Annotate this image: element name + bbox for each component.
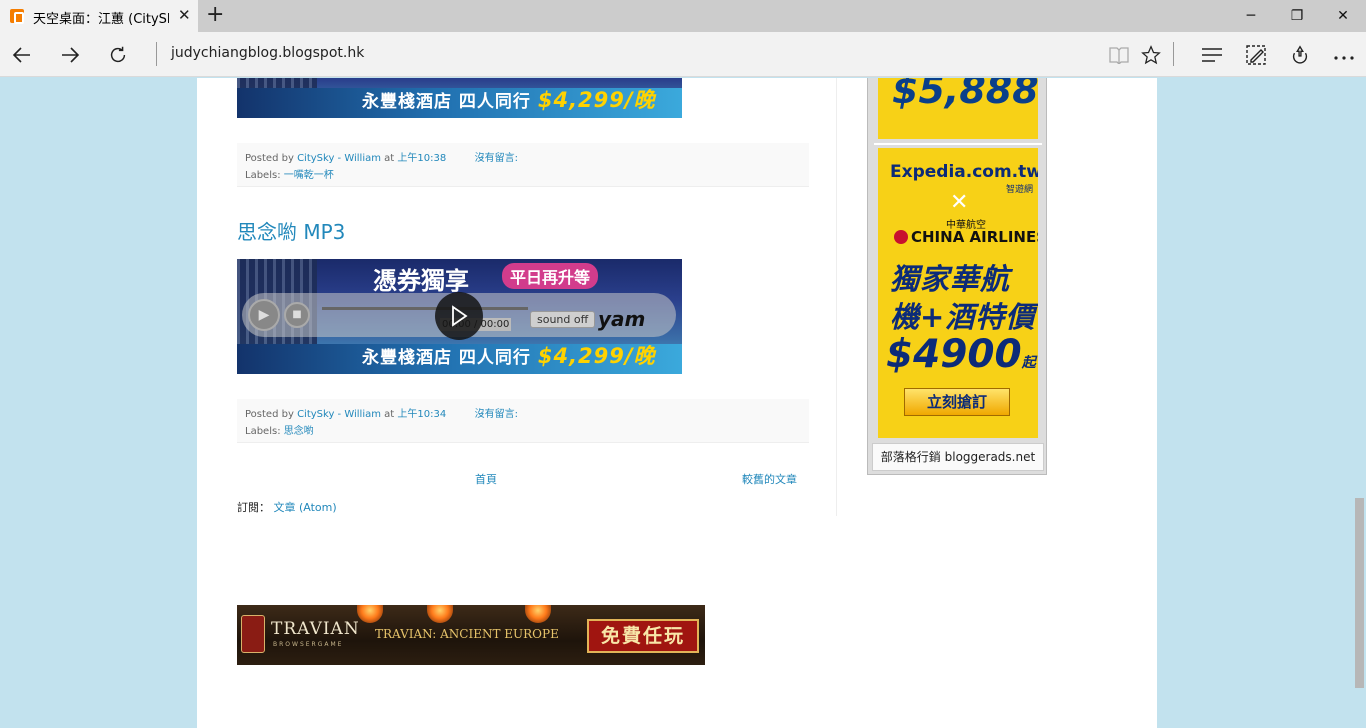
at-label: at <box>384 153 395 164</box>
hotel-banner-ad[interactable]: 憑券獨享 平日再升等 永豐棧酒店 四人同行 $4,299/晚 ▶ ■ 00:00… <box>237 259 682 374</box>
player-play-icon[interactable]: ▶ <box>248 299 280 331</box>
travian-logo: TRAVIAN BROWSERGAME <box>241 613 359 657</box>
favorite-star-icon[interactable] <box>1137 41 1165 69</box>
travian-sub: BROWSERGAME <box>273 641 344 648</box>
refresh-icon[interactable] <box>104 41 132 69</box>
tab-title: 天空桌面：江蕙 (CitySky <box>33 12 169 27</box>
restore-button[interactable]: ❐ <box>1274 0 1320 32</box>
banner-text: 永豐棧酒店 四人同行 $4,299/晚 <box>362 84 656 114</box>
hub-icon[interactable] <box>1198 41 1226 69</box>
browser-tab[interactable]: 天空桌面：江蕙 (CitySky ✕ <box>0 0 198 32</box>
expedia-logo: Expedia.com.tw <box>890 162 1038 182</box>
blogger-favicon-icon <box>10 9 24 24</box>
book-now-button[interactable]: 立刻搶訂 <box>904 388 1010 416</box>
main-column: 永豐棧酒店 四人同行 $4,299/晚 Posted by CitySky - … <box>197 78 837 516</box>
sound-off-button[interactable]: sound off <box>530 311 596 328</box>
post-meta-line: Posted by CitySky - William at 上午10:38 沒… <box>245 150 801 167</box>
banner-headline: 憑券獨享 <box>373 267 469 295</box>
tab-close-icon[interactable]: ✕ <box>178 8 191 23</box>
post-time-link[interactable]: 上午10:38 <box>397 153 446 164</box>
post-labels-line: Labels: 一嘴乾一杯 <box>245 167 801 184</box>
travian-cta-button[interactable]: 免費任玩 <box>587 619 699 653</box>
comments-link[interactable]: 沒有留言: <box>475 409 518 420</box>
post-footer: Posted by CitySky - William at 上午10:38 沒… <box>237 143 809 187</box>
post-title[interactable]: 思念喲 MP3 <box>237 216 345 245</box>
page-viewport: 永豐棧酒店 四人同行 $4,299/晚 Posted by CitySky - … <box>0 78 1366 728</box>
at-label: at <box>384 409 395 420</box>
forward-arrow-icon[interactable] <box>56 41 84 69</box>
ad-price-value: $4900 <box>886 332 1022 377</box>
china-airlines-logo: CHINA AIRLINES <box>894 228 1038 246</box>
address-bar: judychiangblog.blogspot.hk <box>0 32 1366 77</box>
banner-pill: 平日再升等 <box>502 263 599 289</box>
ad-headline-1: 獨家華航 <box>890 262 1011 296</box>
web-note-icon[interactable] <box>1242 41 1270 69</box>
url-field[interactable]: judychiangblog.blogspot.hk <box>171 45 364 61</box>
times-icon: ✕ <box>950 190 969 215</box>
posted-by-label: Posted by <box>245 153 294 164</box>
posted-by-label: Posted by <box>245 409 294 420</box>
labels-prefix: Labels: <box>245 170 281 181</box>
plum-blossom-icon <box>894 230 908 244</box>
new-tab-button[interactable]: + <box>206 4 224 26</box>
toolbar-separator <box>1173 42 1174 66</box>
travian-banner-ad[interactable]: TRAVIAN BROWSERGAME TRAVIAN: ANCIENT EUR… <box>237 605 705 665</box>
ad-divider <box>874 143 1042 145</box>
labels-prefix: Labels: <box>245 426 281 437</box>
ad-top-panel[interactable]: $5,888起 <box>878 78 1038 139</box>
banner-price: $4,299/晚 <box>537 344 656 368</box>
video-play-icon[interactable] <box>435 292 483 340</box>
subscribe-label: 訂閱： <box>237 501 270 514</box>
home-link[interactable]: 首頁 <box>475 471 497 487</box>
player-progress-track[interactable] <box>322 307 528 310</box>
comments-link[interactable]: 沒有留言: <box>475 153 518 164</box>
back-arrow-icon[interactable] <box>8 41 36 69</box>
ad-headline-2: 機+酒特價 <box>890 300 1036 334</box>
player-stop-icon[interactable]: ■ <box>284 302 310 328</box>
banner-text: 永豐棧酒店 四人同行 $4,299/晚 <box>362 340 656 370</box>
address-separator <box>156 42 157 66</box>
hotel-banner-ad[interactable]: 永豐棧酒店 四人同行 $4,299/晚 <box>237 78 682 118</box>
share-icon[interactable] <box>1286 41 1314 69</box>
sidebar-ad: $5,888起 Expedia.com.tw 智遊網 ✕ 中華航空 CHINA … <box>867 78 1047 475</box>
ad-top-price: $5,888起 <box>892 78 1038 112</box>
blog-page: 永豐棧酒店 四人同行 $4,299/晚 Posted by CitySky - … <box>197 78 1157 728</box>
torch-graphic <box>525 605 551 623</box>
label-link[interactable]: 一嘴乾一杯 <box>284 170 334 181</box>
minimize-button[interactable]: ─ <box>1228 0 1274 32</box>
yam-logo: yam <box>598 307 646 331</box>
post-time-link[interactable]: 上午10:34 <box>397 409 446 420</box>
subscribe-line: 訂閱： 文章 (Atom) <box>237 499 337 515</box>
post-meta-line: Posted by CitySky - William at 上午10:34 沒… <box>245 406 801 423</box>
travian-tagline: TRAVIAN: ANCIENT EUROPE <box>375 627 559 641</box>
post-labels-line: Labels: 思念喲 <box>245 423 801 440</box>
torch-graphic <box>427 605 453 623</box>
expedia-sub: 智遊網 <box>1006 185 1034 195</box>
banner-hotel-text: 永豐棧酒店 四人同行 <box>362 92 531 112</box>
older-posts-link[interactable]: 較舊的文章 <box>742 471 797 487</box>
banner-hotel-text: 永豐棧酒店 四人同行 <box>362 348 531 368</box>
travian-brand: TRAVIAN <box>271 619 360 639</box>
banner-price: $4,299/晚 <box>537 88 656 112</box>
torch-graphic <box>357 605 383 623</box>
reading-view-icon[interactable] <box>1105 41 1133 69</box>
window-close-button[interactable]: ✕ <box>1320 0 1366 32</box>
expedia-ad[interactable]: Expedia.com.tw 智遊網 ✕ 中華航空 CHINA AIRLINES… <box>878 148 1038 438</box>
more-icon[interactable] <box>1330 41 1358 69</box>
label-link[interactable]: 思念喲 <box>284 426 314 437</box>
atom-feed-link[interactable]: 文章 (Atom) <box>274 501 337 514</box>
ad-price: $4900起 <box>886 332 1036 377</box>
china-airlines-text: CHINA AIRLINES <box>911 228 1038 246</box>
author-link[interactable]: CitySky - William <box>297 409 381 420</box>
ad-price-suffix: 起 <box>1021 355 1036 371</box>
tab-bar: 天空桌面：江蕙 (CitySky ✕ + ─ ❐ ✕ <box>0 0 1366 32</box>
bloggerads-label[interactable]: 部落格行銷 bloggerads.net <box>872 443 1044 471</box>
scrollbar-thumb[interactable] <box>1355 498 1364 688</box>
post-footer: Posted by CitySky - William at 上午10:34 沒… <box>237 399 809 443</box>
travian-shield-icon <box>241 615 265 653</box>
author-link[interactable]: CitySky - William <box>297 153 381 164</box>
